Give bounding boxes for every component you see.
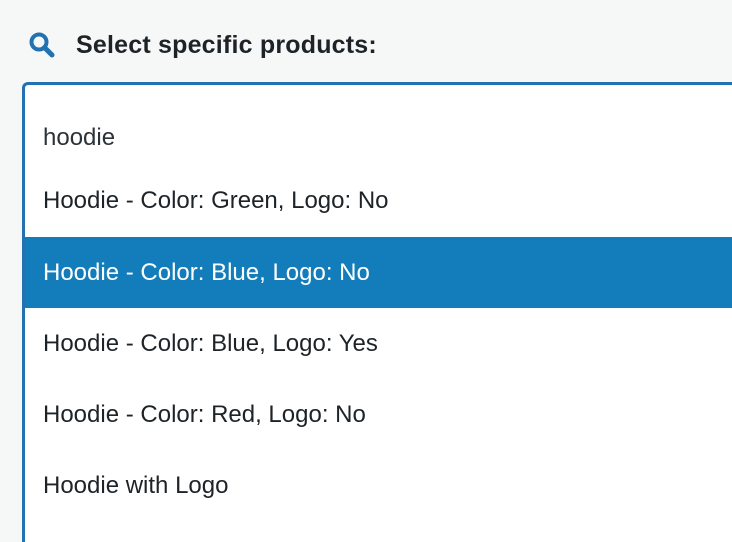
search-result-label: Hoodie - Color: Green, Logo: No bbox=[43, 187, 389, 214]
search-icon bbox=[28, 31, 56, 59]
search-result-label: Hoodie with Logo bbox=[43, 471, 229, 499]
search-result-item[interactable]: Hoodie - Color: Red, Logo: No bbox=[25, 379, 732, 450]
product-select-dropdown[interactable]: Hoodie - Color: Green, Logo: No Hoodie -… bbox=[22, 82, 732, 542]
search-result-item-highlighted[interactable]: Hoodie - Color: Blue, Logo: No bbox=[25, 237, 732, 308]
search-results-list: Hoodie - Color: Green, Logo: No Hoodie -… bbox=[25, 165, 732, 521]
search-result-item[interactable]: Hoodie - Color: Blue, Logo: Yes bbox=[25, 308, 732, 379]
search-result-label: Hoodie - Color: Red, Logo: No bbox=[43, 400, 366, 428]
section-title: Select specific products: bbox=[76, 30, 377, 59]
search-result-label: Hoodie - Color: Blue, Logo: No bbox=[43, 258, 370, 286]
search-result-item[interactable]: Hoodie with Logo bbox=[25, 450, 732, 521]
search-result-item[interactable]: Hoodie - Color: Green, Logo: No bbox=[25, 165, 732, 237]
product-search-input[interactable] bbox=[25, 85, 732, 165]
products-header: Select specific products: bbox=[28, 28, 377, 62]
search-result-label: Hoodie - Color: Blue, Logo: Yes bbox=[43, 329, 378, 357]
